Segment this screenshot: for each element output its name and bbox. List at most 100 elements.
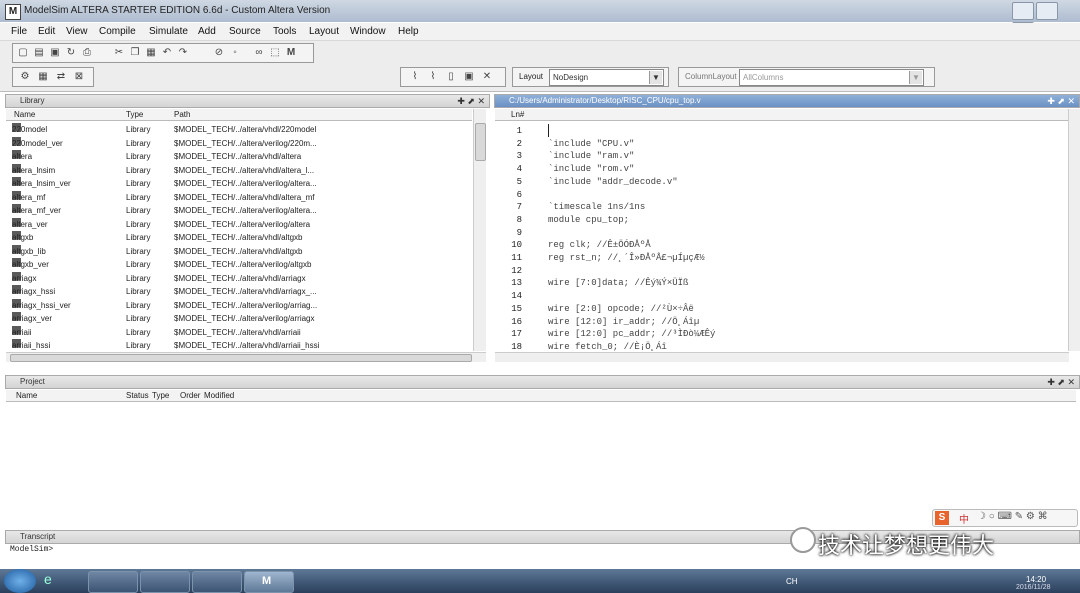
- code-line[interactable]: 8 module cpu_top;: [498, 214, 1058, 227]
- project-col-modified[interactable]: Modified: [204, 390, 234, 401]
- code-line[interactable]: 12: [498, 265, 1058, 278]
- library-row[interactable]: +altera_mfLibrary$MODEL_TECH/../altera/v…: [6, 190, 472, 205]
- maximize-button[interactable]: [1036, 2, 1058, 20]
- library-row[interactable]: +arriagx_hssi_verLibrary$MODEL_TECH/../a…: [6, 298, 472, 313]
- code-line[interactable]: 2 `include "CPU.v": [498, 138, 1058, 151]
- pane-controls-icon[interactable]: ✚ ⬈ ✕: [1047, 376, 1075, 388]
- library-row[interactable]: +arriaiiLibrary$MODEL_TECH/../altera/vhd…: [6, 325, 472, 340]
- code-line[interactable]: 3 `include "ram.v": [498, 150, 1058, 163]
- stop-icon[interactable]: ⊘: [213, 47, 225, 59]
- code-line[interactable]: 13 wire [7:0]data; //Êý¾Ý×ÜÏß: [498, 277, 1058, 290]
- code-line[interactable]: 6: [498, 189, 1058, 202]
- library-row[interactable]: +altgxbLibrary$MODEL_TECH/../altera/vhdl…: [6, 231, 472, 245]
- reload-icon[interactable]: ↻: [65, 47, 77, 59]
- copy-icon[interactable]: ❐: [129, 47, 141, 59]
- menu-simulate[interactable]: Simulate: [149, 26, 188, 37]
- clock-date[interactable]: 2016/11/28: [1016, 584, 1051, 591]
- code-line[interactable]: 7 `timescale 1ns/1ns: [498, 201, 1058, 214]
- column-layout-select[interactable]: AllColumns ▼: [739, 69, 924, 86]
- library-row[interactable]: +altera_lnsim_verLibrary$MODEL_TECH/../a…: [6, 177, 472, 191]
- project-col-order[interactable]: Order: [180, 390, 200, 401]
- menu-file[interactable]: File: [11, 26, 27, 37]
- layout-select[interactable]: NoDesign ▼: [549, 69, 664, 86]
- column-type-header[interactable]: Type: [126, 109, 143, 120]
- print-icon[interactable]: ⎙: [81, 47, 93, 59]
- close-source-icon[interactable]: ✕: [481, 71, 493, 83]
- compile-selected-icon[interactable]: ▦: [37, 71, 49, 83]
- menu-compile[interactable]: Compile: [99, 26, 136, 37]
- library-row[interactable]: +220modelLibrary$MODEL_TECH/../altera/vh…: [6, 123, 472, 137]
- code-line[interactable]: 11 reg rst_n; //¸´Î»ÐÅºÅ£¬µÍµçÆ½: [498, 252, 1058, 265]
- minimize-button[interactable]: [1012, 2, 1034, 20]
- clock-time[interactable]: 14:20: [1026, 575, 1046, 584]
- taskbar-item-explorer[interactable]: [140, 571, 190, 593]
- compile-all-icon[interactable]: ⚙: [19, 71, 31, 83]
- code-line[interactable]: 9: [498, 227, 1058, 240]
- library-row[interactable]: +arriagx_verLibrary$MODEL_TECH/../altera…: [6, 312, 472, 326]
- taskbar-item-modelsim[interactable]: M: [244, 571, 294, 593]
- library-scrollbar[interactable]: [473, 109, 486, 351]
- editor-hscrollbar[interactable]: [495, 352, 1069, 362]
- library-row[interactable]: +alteraLibrary$MODEL_TECH/../altera/vhdl…: [6, 150, 472, 164]
- editor-scrollbar[interactable]: [1068, 109, 1080, 351]
- taskbar-item-browser[interactable]: [88, 571, 138, 593]
- menu-source[interactable]: Source: [229, 26, 261, 37]
- menu-tools[interactable]: Tools: [273, 26, 296, 37]
- ie-icon[interactable]: e: [44, 571, 52, 587]
- library-hscrollbar[interactable]: [6, 352, 486, 362]
- menu-view[interactable]: View: [66, 26, 88, 37]
- scrollbar-thumb[interactable]: [475, 123, 486, 161]
- project-list[interactable]: [6, 402, 1078, 520]
- break-simulation-icon[interactable]: ⊠: [73, 71, 85, 83]
- library-row[interactable]: +220model_verLibrary$MODEL_TECH/../alter…: [6, 136, 472, 151]
- save-icon[interactable]: ▣: [49, 47, 61, 59]
- menu-edit[interactable]: Edit: [38, 26, 55, 37]
- start-button[interactable]: [4, 569, 36, 593]
- code-line[interactable]: 4 `include "rom.v": [498, 163, 1058, 176]
- menu-help[interactable]: Help: [398, 26, 419, 37]
- pane-controls-icon[interactable]: ✚ ⬈ ✕: [1047, 95, 1075, 107]
- paste-icon[interactable]: ▦: [145, 47, 157, 59]
- pane-controls-icon[interactable]: ✚ ⬈ ✕: [457, 95, 485, 107]
- modelsim-icon[interactable]: M: [285, 47, 297, 59]
- library-row[interactable]: +altera_lnsimLibrary$MODEL_TECH/../alter…: [6, 163, 472, 178]
- library-row[interactable]: +arriaii_hssiLibrary$MODEL_TECH/../alter…: [6, 339, 472, 353]
- code-line[interactable]: 10 reg clk; //Ê±ÖÓÐÅºÅ: [498, 239, 1058, 252]
- library-row[interactable]: +altera_mf_verLibrary$MODEL_TECH/../alte…: [6, 204, 472, 218]
- bookmark-icon[interactable]: ⌇: [409, 71, 421, 83]
- library-row[interactable]: +arriagx_hssiLibrary$MODEL_TECH/../alter…: [6, 285, 472, 299]
- code-line[interactable]: 1: [498, 125, 1058, 138]
- open-folder-icon[interactable]: ▤: [33, 47, 45, 59]
- simulate-icon[interactable]: ⇄: [55, 71, 67, 83]
- break-icon[interactable]: ◦: [229, 47, 241, 59]
- library-row[interactable]: +altgxb_verLibrary$MODEL_TECH/../altera/…: [6, 258, 472, 272]
- ime-language-label[interactable]: 中: [959, 511, 969, 526]
- taskbar-item-quartus[interactable]: [192, 571, 242, 593]
- code-line[interactable]: 5 `include "addr_decode.v": [498, 176, 1058, 189]
- new-file-icon[interactable]: ▢: [17, 47, 29, 59]
- project-col-name[interactable]: Name: [16, 390, 37, 401]
- project-col-status[interactable]: Status: [126, 390, 149, 401]
- code-line[interactable]: 17 wire [12:0] pc_addr; //³ÌÐò¼ÆÊý: [498, 328, 1058, 341]
- language-indicator[interactable]: CH: [786, 577, 798, 586]
- compile-icon[interactable]: ⬚: [269, 47, 281, 59]
- clear-bookmarks-icon[interactable]: ⌇: [427, 71, 439, 83]
- ime-options-icon[interactable]: ☽ ○ ⌨ ✎ ⚙ ⌘: [977, 511, 1048, 522]
- redo-icon[interactable]: ↷: [177, 47, 189, 59]
- menu-add[interactable]: Add: [198, 26, 216, 37]
- hscrollbar-thumb[interactable]: [10, 354, 472, 362]
- sogou-icon[interactable]: S: [935, 511, 949, 525]
- menu-window[interactable]: Window: [350, 26, 386, 37]
- menu-layout[interactable]: Layout: [309, 26, 339, 37]
- library-row[interactable]: +altgxb_libLibrary$MODEL_TECH/../altera/…: [6, 244, 472, 259]
- save-source-icon[interactable]: ▣: [463, 71, 475, 83]
- column-name-header[interactable]: Name: [14, 109, 35, 120]
- undo-icon[interactable]: ↶: [161, 47, 173, 59]
- library-row[interactable]: +altera_verLibrary$MODEL_TECH/../altera/…: [6, 217, 472, 232]
- code-line[interactable]: 16 wire [12:0] ir_addr; //Ö¸Áîµ: [498, 316, 1058, 329]
- find-binoculars-icon[interactable]: ∞: [253, 47, 265, 59]
- cut-icon[interactable]: ✂: [113, 47, 125, 59]
- code-line[interactable]: 15 wire [2:0] opcode; //²Ù×÷Âë: [498, 303, 1058, 316]
- column-path-header[interactable]: Path: [174, 109, 190, 120]
- document-icon[interactable]: ▯: [445, 71, 457, 83]
